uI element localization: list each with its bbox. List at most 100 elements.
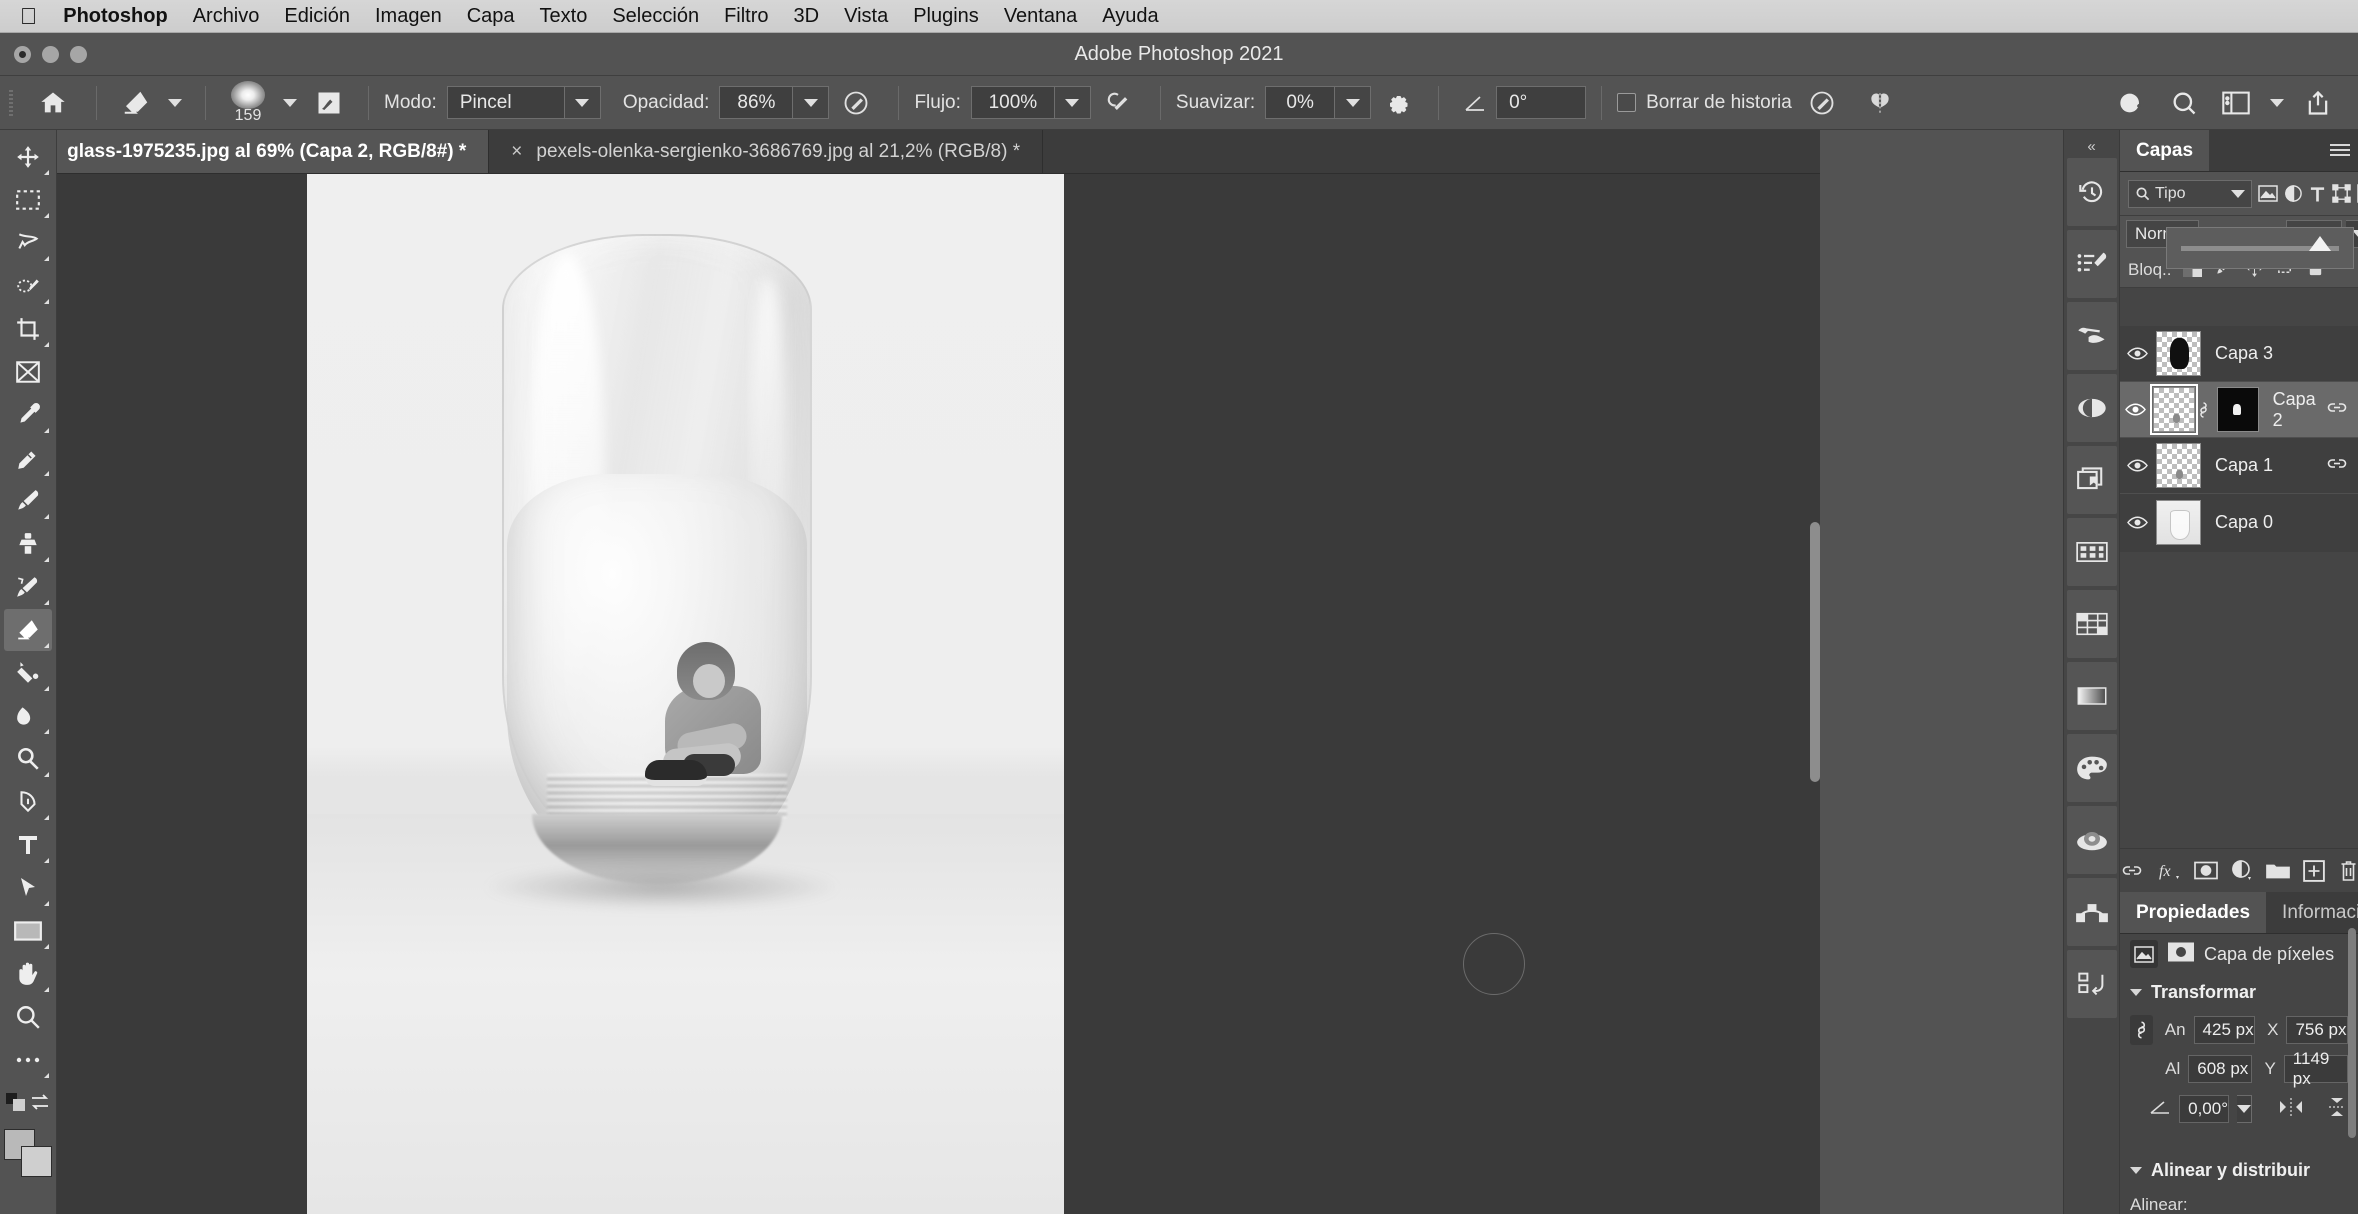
- chevron-down-icon[interactable]: [2231, 189, 2245, 198]
- color-swatches[interactable]: [4, 1129, 52, 1177]
- transform-section-header[interactable]: Transformar: [2120, 974, 2358, 1010]
- angle-chevron-down-icon[interactable]: [2237, 1095, 2252, 1123]
- y-value[interactable]: 1149 px: [2283, 1049, 2349, 1088]
- lasso-tool[interactable]: [4, 222, 52, 264]
- tool-preset-chevron-down-icon[interactable]: [160, 86, 190, 120]
- layer-thumbnail[interactable]: [2150, 384, 2198, 435]
- layer-name[interactable]: Capa 0: [2215, 512, 2273, 533]
- object-selection-tool[interactable]: [4, 265, 52, 307]
- brush-preset-chevron-down-icon[interactable]: [275, 86, 305, 120]
- menu-filtro[interactable]: Filtro: [724, 5, 768, 28]
- share-user-icon[interactable]: [2106, 85, 2158, 121]
- menu-photoshop[interactable]: Photoshop: [63, 5, 167, 28]
- link-aspect-icon[interactable]: [2130, 1015, 2153, 1045]
- opacity-slider-popup[interactable]: [2166, 227, 2354, 269]
- erase-history-group[interactable]: Borrar de historia: [1617, 92, 1792, 114]
- apple-logo-icon[interactable]: : [20, 4, 37, 28]
- move-tool[interactable]: [4, 136, 52, 178]
- mode-value[interactable]: Pincel: [446, 86, 565, 119]
- delete-layer-button[interactable]: [2338, 858, 2358, 884]
- opacity-chevron-down-icon[interactable]: [793, 86, 830, 119]
- libraries-panel-icon[interactable]: [2066, 446, 2117, 514]
- eyedropper-tool[interactable]: [4, 394, 52, 436]
- tab-informacion[interactable]: Información: [2266, 892, 2358, 933]
- mask-link-icon[interactable]: [2195, 400, 2213, 420]
- blur-tool[interactable]: [4, 695, 52, 737]
- layer-row-capa-2[interactable]: Capa 2: [2120, 382, 2358, 438]
- mode-chevron-down-icon[interactable]: [564, 86, 601, 119]
- layer-visibility-eye-icon[interactable]: [2120, 346, 2154, 361]
- history-brush-tool[interactable]: [4, 566, 52, 608]
- healing-brush-tool[interactable]: [4, 437, 52, 479]
- patterns-panel-icon[interactable]: [2066, 518, 2117, 586]
- link-layers-button[interactable]: [2120, 858, 2144, 884]
- angle-value[interactable]: 0°: [1496, 86, 1587, 119]
- history-panel-icon[interactable]: [2066, 158, 2117, 226]
- tab-glass-document[interactable]: × glass-1975235.jpg al 69% (Capa 2, RGB/…: [20, 130, 490, 173]
- layer-mask-icon[interactable]: [2168, 942, 2194, 967]
- tab-capas[interactable]: Capas: [2120, 130, 2210, 171]
- brush-settings-panel-icon[interactable]: [2066, 230, 2117, 298]
- layer-row-capa-1[interactable]: Capa 1: [2120, 438, 2358, 494]
- layer-link-icon[interactable]: [2326, 401, 2348, 419]
- tab-propiedades[interactable]: Propiedades: [2120, 892, 2267, 933]
- crop-tool[interactable]: [4, 308, 52, 350]
- gear-icon[interactable]: [1371, 85, 1423, 121]
- adjustments-panel-icon[interactable]: [2066, 374, 2117, 442]
- brush-tool[interactable]: [4, 480, 52, 522]
- erase-history-checkbox[interactable]: [1617, 93, 1637, 112]
- gradients-panel-icon[interactable]: [2066, 662, 2117, 730]
- menu-archivo[interactable]: Archivo: [193, 5, 260, 28]
- tab-pexels-document[interactable]: × pexels-olenka-sergienko-3686769.jpg al…: [489, 130, 1044, 173]
- menu-ayuda[interactable]: Ayuda: [1102, 5, 1158, 28]
- search-icon[interactable]: [2158, 85, 2210, 121]
- layer-thumbnail[interactable]: [2156, 499, 2201, 545]
- frame-tool[interactable]: [4, 351, 52, 393]
- align-section-header[interactable]: Alinear y distribuir: [2120, 1152, 2358, 1188]
- options-bar-grip[interactable]: [4, 89, 20, 116]
- layer-name[interactable]: Capa 1: [2215, 455, 2273, 476]
- type-tool[interactable]: [4, 824, 52, 866]
- workspace-icon[interactable]: [2210, 85, 2262, 121]
- width-value[interactable]: 425 px: [2193, 1016, 2256, 1044]
- rectangle-tool[interactable]: [4, 910, 52, 952]
- path-selection-tool[interactable]: [4, 867, 52, 909]
- flip-vertical-icon[interactable]: [2326, 1096, 2348, 1123]
- flow-combo[interactable]: 100%: [970, 86, 1091, 119]
- rectangular-marquee-tool[interactable]: [4, 179, 52, 221]
- edit-toolbar-tool[interactable]: [4, 1039, 52, 1081]
- 3d-panel-icon[interactable]: [2066, 806, 2117, 874]
- layer-mask-thumbnail[interactable]: [2217, 387, 2259, 432]
- menu-3d[interactable]: 3D: [794, 5, 820, 28]
- chevron-down-icon[interactable]: [2130, 1166, 2142, 1174]
- opacity-value[interactable]: 86%: [719, 86, 794, 119]
- clone-stamp-tool[interactable]: [4, 523, 52, 565]
- properties-scrollbar[interactable]: [2348, 928, 2356, 1138]
- close-icon[interactable]: ×: [511, 141, 522, 163]
- new-layer-button[interactable]: [2302, 858, 2325, 884]
- chevron-down-icon[interactable]: [2130, 988, 2142, 996]
- eraser-icon[interactable]: [112, 85, 160, 121]
- type-filter-icon[interactable]: [2309, 180, 2326, 208]
- opacity-slider-track[interactable]: [2181, 235, 2339, 251]
- flip-horizontal-icon[interactable]: [2278, 1097, 2304, 1122]
- menu-plugins[interactable]: Plugins: [913, 5, 979, 28]
- zoom-tool[interactable]: [4, 996, 52, 1038]
- x-value[interactable]: 756 px: [2286, 1016, 2349, 1044]
- hand-tool[interactable]: [4, 953, 52, 995]
- dodge-tool[interactable]: [4, 738, 52, 780]
- new-group-button[interactable]: [2265, 858, 2290, 884]
- opacity-combo[interactable]: 86%: [719, 86, 830, 119]
- menu-ventana[interactable]: Ventana: [1004, 5, 1077, 28]
- layer-visibility-eye-icon[interactable]: [2120, 458, 2154, 473]
- menu-vista[interactable]: Vista: [844, 5, 888, 28]
- close-window-button[interactable]: [14, 46, 31, 63]
- layer-styles-button[interactable]: fx: [2157, 858, 2181, 884]
- layers-list[interactable]: Capa 3 Capa 2 Capa 1 Capa 0: [2120, 326, 2358, 552]
- layer-thumbnail[interactable]: [2156, 443, 2201, 488]
- menu-edicion[interactable]: Edición: [284, 5, 350, 28]
- artboard-image[interactable]: [307, 174, 1064, 1214]
- flow-value[interactable]: 100%: [970, 86, 1055, 119]
- canvas-vertical-scrollbar[interactable]: [1810, 522, 1820, 782]
- symmetry-butterfly-icon[interactable]: [1852, 85, 1908, 121]
